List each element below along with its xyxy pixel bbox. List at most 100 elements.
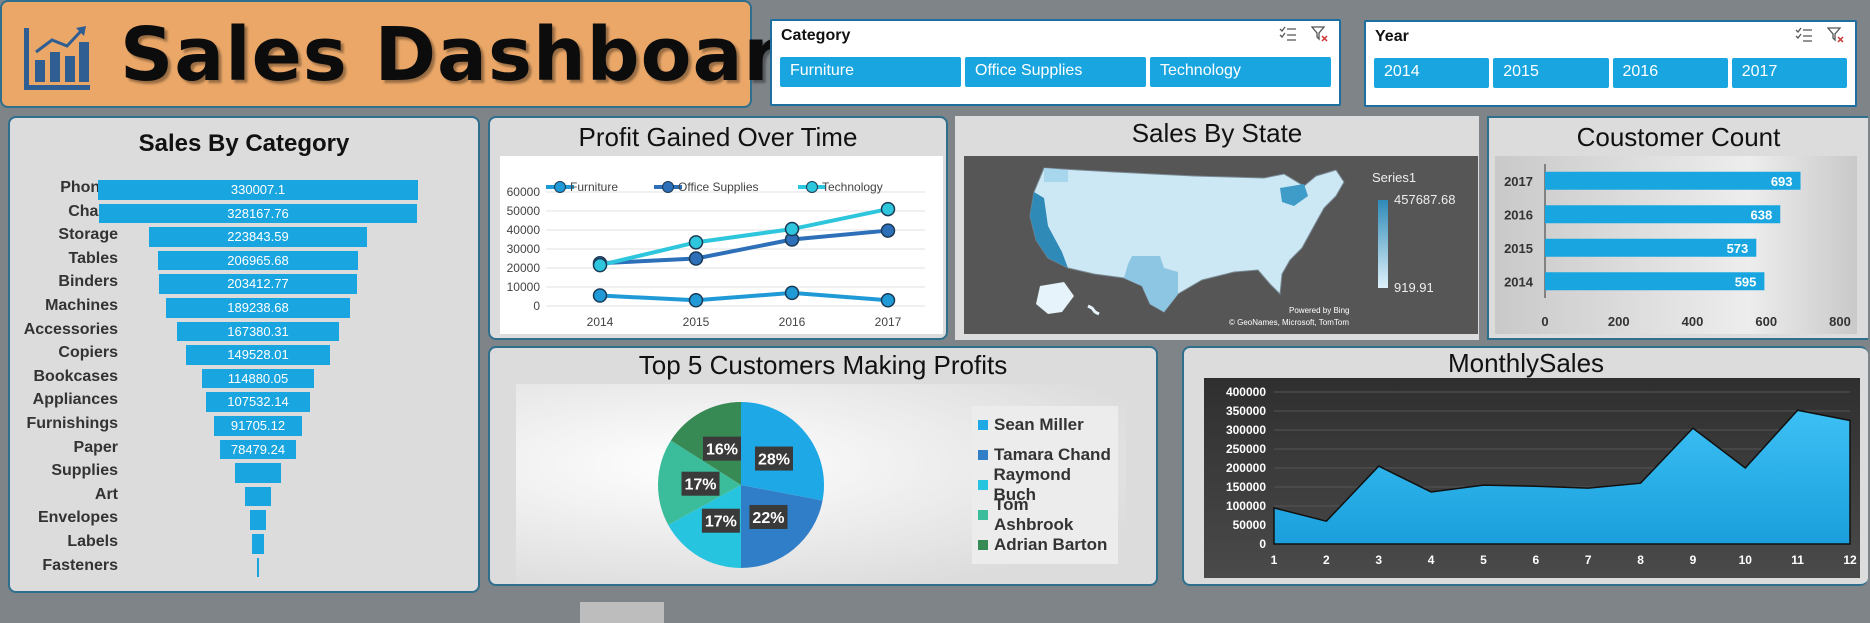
count-bar[interactable] [1545,171,1801,190]
pie-slice-label: 16% [706,442,738,459]
x-tick-label: 3 [1375,553,1382,567]
x-tick-label: 6 [1532,553,1539,567]
sheet-tab-handle[interactable] [580,602,664,623]
x-tick-label: 12 [1843,553,1857,567]
funnel-bar[interactable]: 330007.1 [98,180,418,200]
year-slicer: Year 2014 2015 2016 2017 [1364,20,1857,107]
map-legend-min: 919.91 [1394,280,1434,295]
funnel-category-label: Bookcases [33,367,119,385]
funnel-bar[interactable]: 223843.59 [149,227,367,247]
profit-over-time-chart: 0 10000 20000 30000 40000 50000 60000 2014 2015 2… [500,156,943,334]
top-customers-panel: Top 5 Customers Making Profits 28% 22% 17%… [488,346,1158,586]
panel-title: Coustomer Count [1576,122,1781,152]
bar-value-label: 573 [1727,241,1749,256]
y-tick-label: 100000 [1226,499,1266,513]
x-tick-label: 10 [1739,553,1753,567]
funnel-bar[interactable]: 328167.76 [98,203,418,224]
funnel-category-label: Art [94,485,118,503]
y-tick-label: 10000 [507,280,541,294]
funnel-bar[interactable]: 206965.68 [157,250,359,271]
x-tick-label: 5 [1480,553,1487,567]
page-title: Sales Dashboard [120,12,835,98]
legend-marker [554,181,566,193]
funnel-bar[interactable]: 203412.77 [159,274,357,294]
clear-filter-icon[interactable] [1311,26,1329,42]
count-bar[interactable] [1545,272,1765,291]
funnel-bar[interactable] [256,557,260,578]
x-tick-label: 2014 [587,315,614,329]
map-legend-gradient [1378,200,1388,288]
funnel-bar[interactable]: 149528.01 [185,345,331,365]
panel-title: Sales By Category [138,130,350,157]
funnel-bar[interactable] [244,486,272,507]
pie-slice-label: 28% [758,452,790,469]
category-furniture-button[interactable]: Furniture [780,57,961,87]
legend-swatch [978,480,988,490]
funnel-bar[interactable]: 189238.68 [166,298,350,318]
state-map[interactable]: Series1 457687.68 919.91 Powered by Bing… [964,156,1478,334]
profit-over-time-panel: Profit Gained Over Time 0 10000 20000 30000… [488,116,948,340]
series-point[interactable] [688,251,704,266]
funnel-bar[interactable]: 114880.05 [202,368,314,389]
multi-select-icon[interactable] [1279,26,1297,42]
y-tick-label: 20000 [507,261,541,275]
series-point[interactable] [880,293,896,308]
y-tick-label: 50000 [507,204,541,218]
series-point[interactable] [880,201,896,217]
y-tick-label: 250000 [1226,442,1266,456]
funnel-category-label: Binders [58,273,118,291]
funnel-bar[interactable] [250,510,266,530]
year-2016-button[interactable]: 2016 [1612,58,1728,88]
series-point[interactable] [784,221,800,237]
map-attribution-bing: Powered by Bing [1289,306,1350,315]
funnel-category-label: Accessories [23,320,118,338]
multi-select-icon[interactable] [1795,27,1813,43]
sales-by-category-chart: Phones 330007.1 Chairs 328167.76 Storage 2238… [10,178,478,588]
legend-label: Office Supplies [678,180,759,194]
series-point[interactable] [784,285,800,301]
y-tick-label: 350000 [1226,404,1266,418]
legend-item: Tom Ashbrook [978,495,1112,534]
series-point[interactable] [688,293,704,308]
funnel-category-label: Furnishings [26,415,118,432]
category-technology-button[interactable]: Technology [1150,57,1331,87]
x-tick-label: 600 [1755,314,1777,329]
x-tick-label: 11 [1791,553,1804,567]
funnel-bar[interactable] [235,463,281,483]
series-point[interactable] [592,288,608,303]
funnel-category-label: Fasteners [42,556,118,574]
funnel-category-label: Copiers [58,344,118,362]
map-attribution-geonames: © GeoNames, Microsoft, TomTom [1229,318,1349,327]
count-bar[interactable] [1545,205,1781,224]
series-point[interactable] [592,257,608,273]
year-2015-button[interactable]: 2015 [1493,58,1609,88]
y-tick-label: 50000 [1233,518,1267,532]
legend-swatch [978,510,988,520]
customer-count-panel: Coustomer Count 2017 693 2016 638 2015 573 201… [1487,116,1868,340]
map-legend-title: Series1 [1372,170,1417,185]
bar-value-label: 595 [1735,274,1757,289]
dashboard-header: Sales Dashboard [0,0,834,108]
funnel-bar[interactable] [251,534,265,554]
year-2017-button[interactable]: 2017 [1731,58,1847,88]
panel-title: Top 5 Customers Making Profits [638,350,1008,380]
legend-item: Sean Miller [978,410,1112,440]
legend-swatch [978,540,988,550]
category-office-supplies-button[interactable]: Office Supplies [965,57,1146,87]
legend-label: Sean Miller [994,415,1084,434]
funnel-bar[interactable]: 167380.31 [176,321,340,342]
funnel-bar[interactable]: 78479.24 [219,439,297,460]
pie-legend: Sean Miller Tamara Chand Raymond Buch Tom A… [972,406,1118,564]
series-point[interactable] [880,223,896,238]
funnel-bar[interactable]: 91705.12 [213,416,303,436]
series-point[interactable] [688,235,704,250]
customer-count-chart: 2017 693 2016 638 2015 573 2014 595 0 200 400 600 80… [1495,156,1857,334]
y-tick-label: 0 [533,299,540,313]
clear-filter-icon[interactable] [1827,27,1845,43]
count-bar[interactable] [1545,238,1757,257]
y-tick-label: 150000 [1226,480,1266,494]
map-legend-max: 457687.68 [1394,192,1456,207]
funnel-bar[interactable]: 107532.14 [205,392,311,412]
hawaii-shape [1087,304,1100,316]
year-2014-button[interactable]: 2014 [1374,58,1490,88]
